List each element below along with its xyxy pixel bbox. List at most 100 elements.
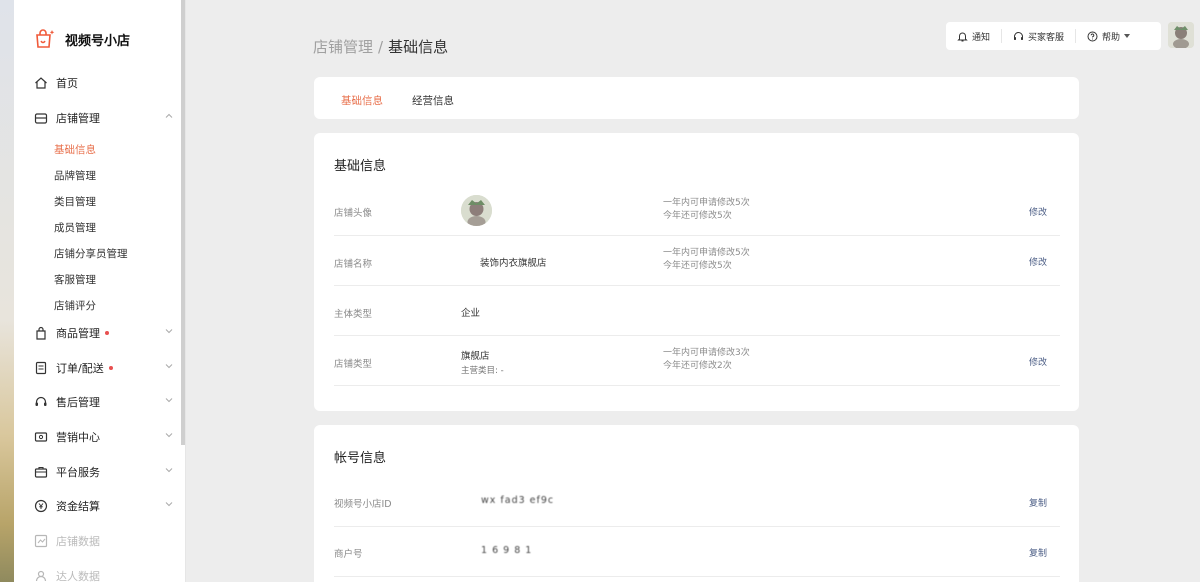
nav-more-label: 达人数据 bbox=[56, 570, 100, 582]
row-merchant-no: 商户号 1 6 9 8 1 复制 bbox=[334, 527, 1060, 577]
nav-platform-services[interactable]: 平台服务 bbox=[34, 462, 174, 482]
app-logo[interactable]: 视频号小店 bbox=[34, 28, 130, 50]
home-icon bbox=[35, 77, 47, 89]
sidebar-scrollbar[interactable] bbox=[181, 0, 185, 445]
nav-finance[interactable]: 资金结算 bbox=[34, 496, 174, 516]
nav-products-label: 商品管理 bbox=[56, 327, 100, 340]
row-entity-type: 主体类型 企业 bbox=[334, 286, 1060, 336]
row-label: 店铺名称 bbox=[334, 259, 373, 270]
row-shop-name: 店铺名称 装饰内衣旗舰店 一年内可申请修改5次 今年还可修改5次 修改 bbox=[334, 236, 1060, 286]
shop-bag-logo-icon bbox=[36, 29, 55, 48]
chevron-up-icon bbox=[165, 113, 173, 118]
user-avatar[interactable] bbox=[1168, 22, 1194, 48]
merchant-no-value: 1 6 9 8 1 bbox=[481, 545, 533, 556]
note-line-2: 今年还可修改5次 bbox=[663, 211, 732, 221]
nav-marketing[interactable]: 营销中心 bbox=[34, 427, 174, 447]
user-icon bbox=[35, 570, 47, 582]
buyer-service-button[interactable]: 买家客服 bbox=[1002, 22, 1075, 50]
nav-shop-data[interactable]: 店铺数据 bbox=[34, 531, 174, 551]
nav-platform-label: 平台服务 bbox=[56, 466, 100, 479]
row-shop-id: 视频号小店ID wx fad3 ef9c 复制 bbox=[334, 477, 1060, 527]
sub-brand[interactable]: 品牌管理 bbox=[54, 168, 96, 183]
tab-bar: 基础信息 经营信息 bbox=[314, 77, 1079, 119]
sidebar: 视频号小店 首页 店铺管理 基础信息 品牌管理 类目管理 成员管理 店铺分享员管… bbox=[14, 0, 186, 582]
nav-more[interactable]: 达人数据 bbox=[34, 566, 174, 582]
row-label: 商户号 bbox=[334, 549, 363, 560]
sub-members[interactable]: 成员管理 bbox=[54, 220, 96, 235]
account-info-title: 帐号信息 bbox=[334, 451, 387, 466]
nav-home-label: 首页 bbox=[56, 77, 78, 90]
sub-customer-service[interactable]: 客服管理 bbox=[54, 272, 96, 287]
sub-category[interactable]: 类目管理 bbox=[54, 194, 96, 209]
edit-name-link[interactable]: 修改 bbox=[1029, 255, 1047, 268]
orders-badge-dot bbox=[108, 366, 113, 370]
row-label: 视频号小店ID bbox=[334, 499, 392, 510]
app-title: 视频号小店 bbox=[65, 33, 131, 49]
bag-icon bbox=[36, 326, 46, 340]
basic-info-title: 基础信息 bbox=[334, 159, 387, 174]
basic-info-card: 基础信息 店铺头像 一年内可申请修改5次 今年还可修改5次 修改 店铺名称 装饰… bbox=[314, 133, 1079, 411]
nav-shop-label: 店铺管理 bbox=[56, 112, 100, 125]
chevron-down-icon bbox=[165, 433, 173, 438]
main-category-value: 主营类目: - bbox=[461, 366, 504, 376]
help-circle-icon bbox=[1087, 31, 1098, 41]
shop-type-value: 旗舰店 bbox=[461, 351, 490, 362]
breadcrumb: 店铺管理 / 基础信息 bbox=[313, 36, 448, 57]
row-shop-type: 店铺类型 旗舰店 主营类目: - 一年内可申请修改3次 今年还可修改2次 修改 bbox=[334, 336, 1060, 386]
nav-after-sales-label: 售后管理 bbox=[56, 396, 100, 409]
copy-merchant-link[interactable]: 复制 bbox=[1029, 546, 1047, 559]
breadcrumb-parent[interactable]: 店铺管理 bbox=[313, 38, 373, 56]
account-info-card: 帐号信息 视频号小店ID wx fad3 ef9c 复制 商户号 1 6 9 8… bbox=[314, 425, 1079, 582]
buyer-service-label: 买家客服 bbox=[1028, 32, 1065, 43]
headset-icon bbox=[35, 396, 47, 406]
row-label: 主体类型 bbox=[334, 309, 373, 320]
row-note: 一年内可申请修改5次 今年还可修改5次 bbox=[663, 247, 750, 273]
copy-id-link[interactable]: 复制 bbox=[1029, 496, 1047, 509]
products-badge-dot bbox=[105, 331, 109, 335]
notify-label: 通知 bbox=[972, 32, 991, 43]
chevron-down-icon bbox=[165, 468, 173, 473]
shop-avatar-graphic bbox=[461, 195, 492, 226]
briefcase-icon bbox=[34, 466, 48, 478]
edit-avatar-link[interactable]: 修改 bbox=[1029, 205, 1047, 218]
help-dropdown[interactable]: 帮助 bbox=[1076, 22, 1141, 50]
chevron-down-icon bbox=[165, 502, 173, 507]
note-line-1: 一年内可申请修改3次 bbox=[663, 348, 750, 358]
nav-home[interactable]: 首页 bbox=[34, 73, 174, 93]
shop-avatar-image bbox=[461, 195, 492, 226]
note-line-2: 今年还可修改2次 bbox=[663, 361, 732, 371]
avatar-image bbox=[1168, 22, 1194, 48]
help-label: 帮助 bbox=[1102, 32, 1121, 43]
desktop-background bbox=[0, 0, 14, 582]
breadcrumb-current: 基础信息 bbox=[388, 38, 449, 56]
caret-down-icon bbox=[1124, 34, 1131, 38]
tab-basic-info[interactable]: 基础信息 bbox=[341, 93, 383, 108]
note-line-1: 一年内可申请修改5次 bbox=[663, 248, 750, 258]
yen-coin-icon bbox=[34, 499, 48, 513]
nav-orders[interactable]: 订单/配送 bbox=[34, 358, 174, 378]
store-icon bbox=[34, 113, 48, 124]
note-line-1: 一年内可申请修改5次 bbox=[663, 198, 750, 208]
nav-shop-management[interactable]: 店铺管理 bbox=[34, 108, 174, 128]
chevron-down-icon bbox=[165, 329, 173, 334]
document-icon bbox=[35, 361, 47, 375]
chart-icon bbox=[34, 534, 48, 548]
nav-marketing-label: 营销中心 bbox=[56, 431, 100, 444]
shop-name-value: 装饰内衣旗舰店 bbox=[480, 258, 547, 269]
chevron-down-icon bbox=[165, 364, 173, 369]
notify-button[interactable]: 通知 bbox=[946, 22, 1001, 50]
sub-sharers[interactable]: 店铺分享员管理 bbox=[54, 246, 128, 261]
edit-type-link[interactable]: 修改 bbox=[1029, 355, 1047, 368]
bell-icon bbox=[957, 32, 968, 41]
headset-icon bbox=[1014, 31, 1024, 40]
nav-finance-label: 资金结算 bbox=[56, 500, 100, 513]
nav-after-sales[interactable]: 售后管理 bbox=[34, 392, 174, 412]
sub-basic-info[interactable]: 基础信息 bbox=[54, 142, 96, 157]
nav-shop-data-label: 店铺数据 bbox=[56, 535, 100, 548]
shop-id-value: wx fad3 ef9c bbox=[481, 495, 555, 506]
row-note: 一年内可申请修改3次 今年还可修改2次 bbox=[663, 347, 750, 373]
sub-rating[interactable]: 店铺评分 bbox=[54, 298, 96, 313]
nav-products[interactable]: 商品管理 bbox=[34, 323, 174, 343]
tab-business-info[interactable]: 经营信息 bbox=[412, 93, 454, 108]
row-note: 一年内可申请修改5次 今年还可修改5次 bbox=[663, 197, 750, 223]
